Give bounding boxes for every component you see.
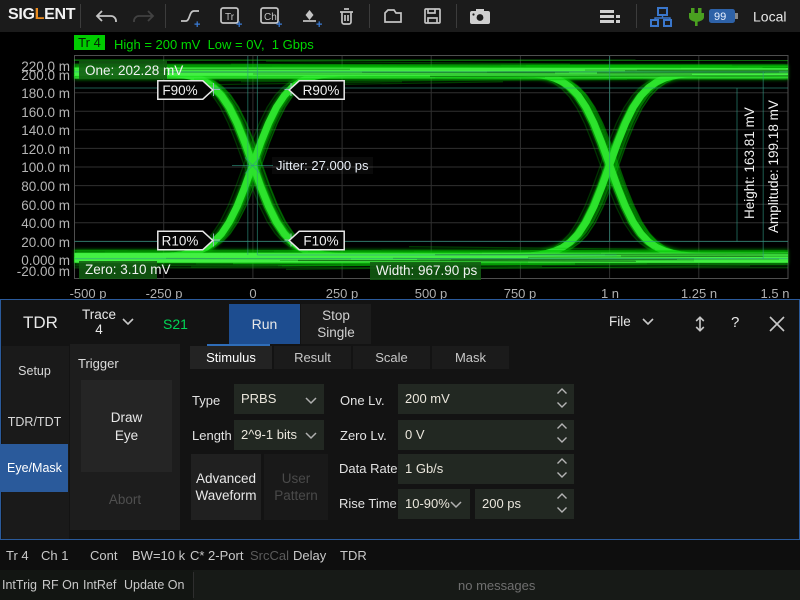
- svg-text:Ch: Ch: [264, 12, 277, 23]
- svg-text:Local: Local: [753, 9, 786, 25]
- svg-text:+: +: [194, 19, 200, 31]
- svg-text:+: +: [236, 19, 242, 31]
- svg-text:99: 99: [714, 11, 726, 23]
- svg-text:+: +: [316, 19, 322, 31]
- svg-text:+: +: [276, 19, 282, 31]
- svg-text:Tr: Tr: [225, 12, 235, 23]
